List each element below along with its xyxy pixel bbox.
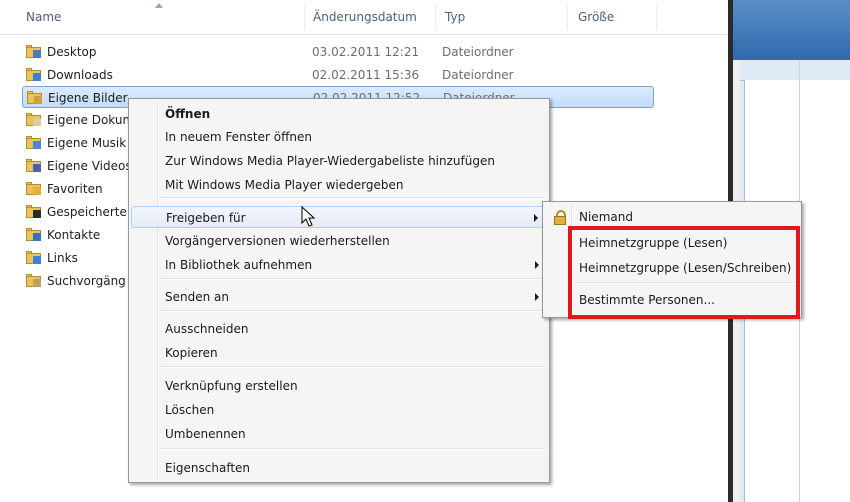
column-size[interactable]: Größe bbox=[578, 10, 614, 24]
column-divider[interactable] bbox=[304, 4, 305, 30]
menu-item[interactable]: Kopieren bbox=[131, 342, 547, 364]
file-name: Downloads bbox=[47, 68, 113, 82]
submenu-item[interactable]: Niemand bbox=[545, 206, 799, 228]
menu-item-label: Senden an bbox=[165, 290, 229, 304]
folder-icon bbox=[26, 251, 41, 264]
file-name: Eigene Musik bbox=[47, 136, 127, 150]
file-row[interactable]: Desktop 03.02.2011 12:21 Dateiordner bbox=[22, 41, 654, 63]
folder-icon bbox=[26, 113, 41, 126]
menu-item[interactable]: In Bibliothek aufnehmen bbox=[131, 254, 547, 276]
column-name[interactable]: Name bbox=[26, 10, 61, 24]
column-header-bar: Name Änderungsdatum Typ Größe bbox=[0, 0, 728, 35]
column-divider[interactable] bbox=[567, 4, 568, 30]
menu-item[interactable]: Umbenennen bbox=[131, 423, 547, 445]
column-type[interactable]: Typ bbox=[445, 10, 465, 24]
column-divider[interactable] bbox=[656, 4, 657, 30]
folder-icon bbox=[26, 274, 41, 287]
file-name: Kontakte bbox=[47, 228, 101, 242]
menu-item[interactable]: In neuem Fenster öffnen bbox=[131, 126, 547, 148]
folder-icon bbox=[26, 136, 41, 149]
menu-item[interactable]: Löschen bbox=[131, 399, 547, 421]
mouse-cursor-icon bbox=[301, 206, 316, 227]
menu-item-label: Mit Windows Media Player wiedergeben bbox=[165, 178, 404, 192]
folder-icon bbox=[26, 228, 41, 241]
menu-item-label: Öffnen bbox=[165, 107, 211, 121]
menu-item[interactable]: Vorgängerversionen wiederherstellen bbox=[131, 230, 547, 252]
menu-item-label: Löschen bbox=[165, 403, 215, 417]
submenu-item-label: Niemand bbox=[579, 210, 633, 224]
file-name: Links bbox=[47, 251, 78, 265]
file-name: Suchvorgäng bbox=[47, 274, 126, 288]
folder-icon bbox=[26, 68, 41, 81]
file-name: Eigene Videos bbox=[47, 159, 132, 173]
file-type: Dateiordner bbox=[442, 45, 514, 59]
menu-separator bbox=[161, 310, 545, 312]
menu-separator bbox=[161, 448, 545, 450]
file-date: 02.02.2011 15:36 bbox=[312, 68, 420, 82]
sort-ascending-icon bbox=[155, 3, 163, 8]
column-modified[interactable]: Änderungsdatum bbox=[313, 10, 417, 24]
file-name: Eigene Dokum bbox=[47, 113, 135, 127]
file-date: 03.02.2011 12:21 bbox=[312, 45, 420, 59]
menu-separator bbox=[161, 366, 545, 368]
menu-item[interactable]: Öffnen bbox=[131, 103, 547, 125]
menu-item[interactable]: Senden an bbox=[131, 286, 547, 308]
menu-item-label: Ausschneiden bbox=[165, 322, 249, 336]
menu-item[interactable]: Freigeben für bbox=[131, 206, 547, 228]
submenu-arrow-icon bbox=[535, 261, 539, 269]
submenu-arrow-icon bbox=[535, 293, 539, 301]
menu-item-label: Umbenennen bbox=[165, 427, 246, 441]
folder-icon bbox=[26, 45, 41, 58]
file-name: Eigene Bilder bbox=[48, 91, 128, 105]
file-name: Desktop bbox=[47, 45, 97, 59]
menu-item[interactable]: Ausschneiden bbox=[131, 318, 547, 340]
menu-item-label: Kopieren bbox=[165, 346, 218, 360]
lock-icon bbox=[553, 210, 567, 225]
column-divider[interactable] bbox=[435, 4, 436, 30]
menu-item-label: Eigenschaften bbox=[165, 461, 251, 475]
menu-item-label: In neuem Fenster öffnen bbox=[165, 130, 312, 144]
file-name: Gespeicherte bbox=[47, 205, 127, 219]
folder-icon bbox=[27, 91, 42, 104]
menu-item[interactable]: Verknüpfung erstellen bbox=[131, 375, 547, 397]
highlight-box bbox=[568, 226, 800, 319]
submenu-arrow-icon bbox=[534, 214, 538, 222]
menu-item-label: In Bibliothek aufnehmen bbox=[165, 258, 313, 272]
file-name: Favoriten bbox=[47, 182, 103, 196]
menu-separator bbox=[161, 278, 545, 280]
menu-item[interactable]: Eigenschaften bbox=[131, 457, 547, 479]
menu-item-label: Verknüpfung erstellen bbox=[165, 379, 298, 393]
folder-icon bbox=[26, 159, 41, 172]
file-type: Dateiordner bbox=[442, 68, 514, 82]
menu-item-label: Freigeben für bbox=[166, 211, 246, 225]
file-row[interactable]: Downloads 02.02.2011 15:36 Dateiordner bbox=[22, 64, 654, 86]
context-menu: Öffnen In neuem Fenster öffnen Zur Windows… bbox=[128, 98, 550, 483]
menu-separator bbox=[161, 197, 545, 199]
menu-item[interactable]: Mit Windows Media Player wiedergeben bbox=[131, 174, 547, 196]
window-titlebar[interactable] bbox=[733, 0, 850, 60]
folder-icon bbox=[26, 205, 41, 218]
menu-item[interactable]: Zur Windows Media Player-Wiedergabeliste… bbox=[131, 150, 547, 172]
menu-item-label: Zur Windows Media Player-Wiedergabeliste… bbox=[165, 154, 495, 168]
menu-item-label: Vorgängerversionen wiederherstellen bbox=[165, 234, 390, 248]
folder-icon bbox=[26, 182, 41, 195]
